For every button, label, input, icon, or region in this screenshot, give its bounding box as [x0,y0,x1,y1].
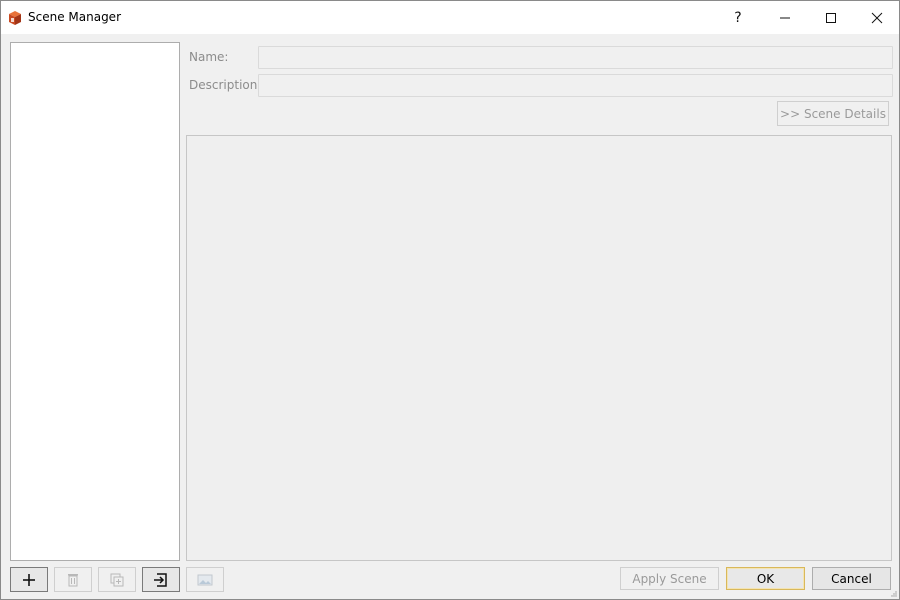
name-field[interactable] [258,46,893,69]
close-icon [871,12,883,23]
scene-list[interactable] [10,42,180,561]
trash-icon [68,573,78,586]
app-logo-icon [7,10,23,26]
minimize-icon [780,17,790,18]
title-bar: Scene Manager ? [1,1,899,34]
scene-manager-window: Scene Manager ? Name: Description: >> Sc… [0,0,900,600]
minimize-button[interactable] [762,1,808,34]
help-icon: ? [734,9,742,26]
description-label: Description: [189,78,262,92]
thumbnail-button[interactable] [186,567,224,592]
duplicate-scene-button[interactable] [98,567,136,592]
ok-button[interactable]: OK [726,567,805,590]
add-scene-button[interactable] [10,567,48,592]
help-button[interactable]: ? [715,1,761,34]
close-button[interactable] [854,1,900,34]
import-scene-button[interactable] [142,567,180,592]
delete-scene-button[interactable] [54,567,92,592]
name-label: Name: [189,50,229,64]
duplicate-icon [110,573,124,586]
import-icon [154,572,167,587]
resize-grip-icon[interactable] [889,589,897,597]
apply-scene-button[interactable]: Apply Scene [620,567,719,590]
scene-details-button[interactable]: >> Scene Details [777,101,889,126]
cancel-button[interactable]: Cancel [812,567,891,590]
add-icon [23,573,35,586]
description-field[interactable] [258,74,893,97]
window-title: Scene Manager [28,10,121,24]
scene-preview-panel [186,135,892,561]
maximize-button[interactable] [808,1,854,34]
thumbnail-icon [197,574,213,585]
maximize-icon [826,12,836,23]
